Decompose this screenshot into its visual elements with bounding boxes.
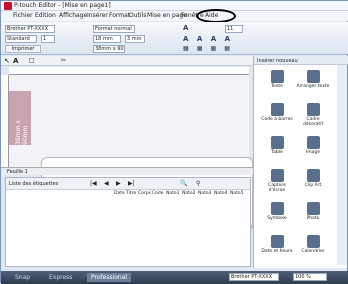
- text-tool-icon[interactable]: A: [13, 57, 18, 65]
- photo-icon: [306, 202, 320, 215]
- tile-arranger-texte[interactable]: Arranger texte: [296, 68, 330, 98]
- status-bar: Snap Express Professional Brother PT-XXX…: [1, 271, 348, 284]
- title-bar: P-touch Editor - [Mise en page1]: [1, 1, 348, 11]
- printer-select[interactable]: Brother PT-XXXX: [5, 25, 55, 33]
- nav-prev-icon[interactable]: ◀: [104, 180, 109, 187]
- layout-canvas[interactable]: [9, 75, 253, 229]
- tool-bar: ↖ A □ ✂: [1, 56, 253, 66]
- menu-affichage[interactable]: Affichage: [59, 12, 87, 19]
- menu-fichier[interactable]: Fichier: [13, 12, 33, 19]
- tape-size-label: 38mm x 90mm: [15, 120, 29, 145]
- label-list-panel: Liste des étiquettes |◀ ◀ ▶ ▶| 🔍 ⚲ Date …: [5, 177, 251, 267]
- tile-clip-art[interactable]: Clip Art: [296, 167, 330, 197]
- calendar-icon: [306, 235, 320, 248]
- font-size-field[interactable]: 11: [225, 25, 243, 33]
- table-icon: [270, 136, 284, 149]
- text-style-icons[interactable]: A A A A: [183, 35, 233, 43]
- format-select[interactable]: Format normal: [93, 25, 135, 33]
- menu-edition[interactable]: Edition: [35, 12, 56, 19]
- menu-format[interactable]: Format: [109, 12, 130, 19]
- image-icon: [306, 136, 320, 149]
- tape-select[interactable]: 38mm x 90m: [93, 45, 125, 53]
- tile-image[interactable]: Image: [296, 134, 330, 164]
- clip-art-icon: [306, 169, 320, 182]
- col-date[interactable]: Date: [114, 191, 125, 196]
- label-list-columns: Date Titre Corps Code Note1 Note2 Note3 …: [6, 190, 250, 197]
- menu-outils[interactable]: Outils: [129, 12, 146, 19]
- tile-cadre[interactable]: Cadre décoratif: [296, 101, 330, 131]
- nav-first-icon[interactable]: |◀: [90, 180, 97, 187]
- arrange-text-icon: [306, 70, 320, 83]
- tile-symbole[interactable]: Symbole: [260, 200, 294, 230]
- window-title: P-touch Editor - [Mise en page1]: [14, 2, 111, 9]
- tile-date-heure[interactable]: Date et heure: [260, 233, 294, 263]
- status-printer-select[interactable]: Brother PT-XXXX: [229, 273, 279, 281]
- col-note5[interactable]: Note5: [230, 191, 244, 196]
- insert-panel-header: Insérer nouveau: [254, 56, 348, 65]
- print-button[interactable]: Imprimer: [5, 45, 41, 53]
- horizontal-ruler: [9, 67, 249, 75]
- page-tab[interactable]: Feuille 1: [7, 169, 28, 175]
- highlight-circle: [196, 9, 236, 23]
- zoom-select[interactable]: 100 %: [293, 273, 327, 281]
- app-icon: [4, 2, 12, 10]
- align-icons[interactable]: ▦ ▦ ▦ ▦: [183, 45, 233, 52]
- menu-bar: Fichier Edition Affichage Insérer Format…: [1, 11, 348, 21]
- tile-calendrier[interactable]: Calendrier: [296, 233, 330, 263]
- tile-table[interactable]: Table: [260, 134, 294, 164]
- ribbon: Brother PT-XXXX Standard 1 Imprimer Form…: [1, 22, 348, 55]
- col-note4[interactable]: Note4: [214, 191, 228, 196]
- col-note1[interactable]: Note1: [166, 191, 180, 196]
- copies-field[interactable]: 1: [41, 35, 55, 43]
- page-tabs: Feuille 1: [1, 167, 253, 175]
- mode-express[interactable]: Express: [49, 273, 72, 282]
- screen-capture-icon: [270, 169, 284, 182]
- font-icon[interactable]: A: [183, 24, 188, 32]
- nav-last-icon[interactable]: ▶|: [128, 180, 135, 187]
- insert-panel-title: Insérer nouveau: [257, 58, 298, 64]
- mode-snap[interactable]: Snap: [15, 273, 30, 282]
- col-corps[interactable]: Corps: [138, 191, 151, 196]
- text-icon: [270, 70, 284, 83]
- length-field[interactable]: 3 mm: [125, 35, 145, 43]
- col-titre[interactable]: Titre: [126, 191, 136, 196]
- tile-capture[interactable]: Capture d'écran: [260, 167, 294, 197]
- tape-size-indicator: 38mm x 90mm: [9, 91, 31, 145]
- width-field[interactable]: 18 mm: [93, 35, 121, 43]
- label-list-title: Liste des étiquettes: [9, 181, 59, 187]
- select-tool-icon[interactable]: ↖: [4, 57, 10, 65]
- tile-photo[interactable]: Photo: [296, 200, 330, 230]
- mode-select[interactable]: Standard: [5, 35, 37, 43]
- tile-texte[interactable]: Texte: [260, 68, 294, 98]
- clock-icon: [270, 235, 284, 248]
- shape-tool-icon[interactable]: □: [29, 57, 35, 64]
- col-code[interactable]: Code: [152, 191, 164, 196]
- label-list-header: Liste des étiquettes |◀ ◀ ▶ ▶| 🔍 ⚲: [6, 178, 250, 190]
- search-icon[interactable]: 🔍: [180, 180, 187, 187]
- cut-icon[interactable]: ✂: [61, 57, 66, 64]
- vertical-ruler: [1, 75, 9, 167]
- tile-code-barres[interactable]: Code à barres: [260, 101, 294, 131]
- col-note3[interactable]: Note3: [198, 191, 212, 196]
- symbol-icon: [270, 202, 284, 215]
- frame-icon: [306, 103, 320, 116]
- filter-icon[interactable]: ⚲: [196, 180, 200, 187]
- side-toolbar: [337, 65, 347, 265]
- col-note2[interactable]: Note2: [182, 191, 196, 196]
- app-window: P-touch Editor - [Mise en page1] Fichier…: [0, 0, 348, 284]
- insert-panel: Insérer nouveau Texte Arranger texte Cod…: [253, 56, 348, 268]
- mode-professional[interactable]: Professional: [87, 273, 132, 282]
- nav-next-icon[interactable]: ▶: [116, 180, 121, 187]
- menu-inserer[interactable]: Insérer: [87, 12, 108, 19]
- barcode-icon: [270, 103, 284, 116]
